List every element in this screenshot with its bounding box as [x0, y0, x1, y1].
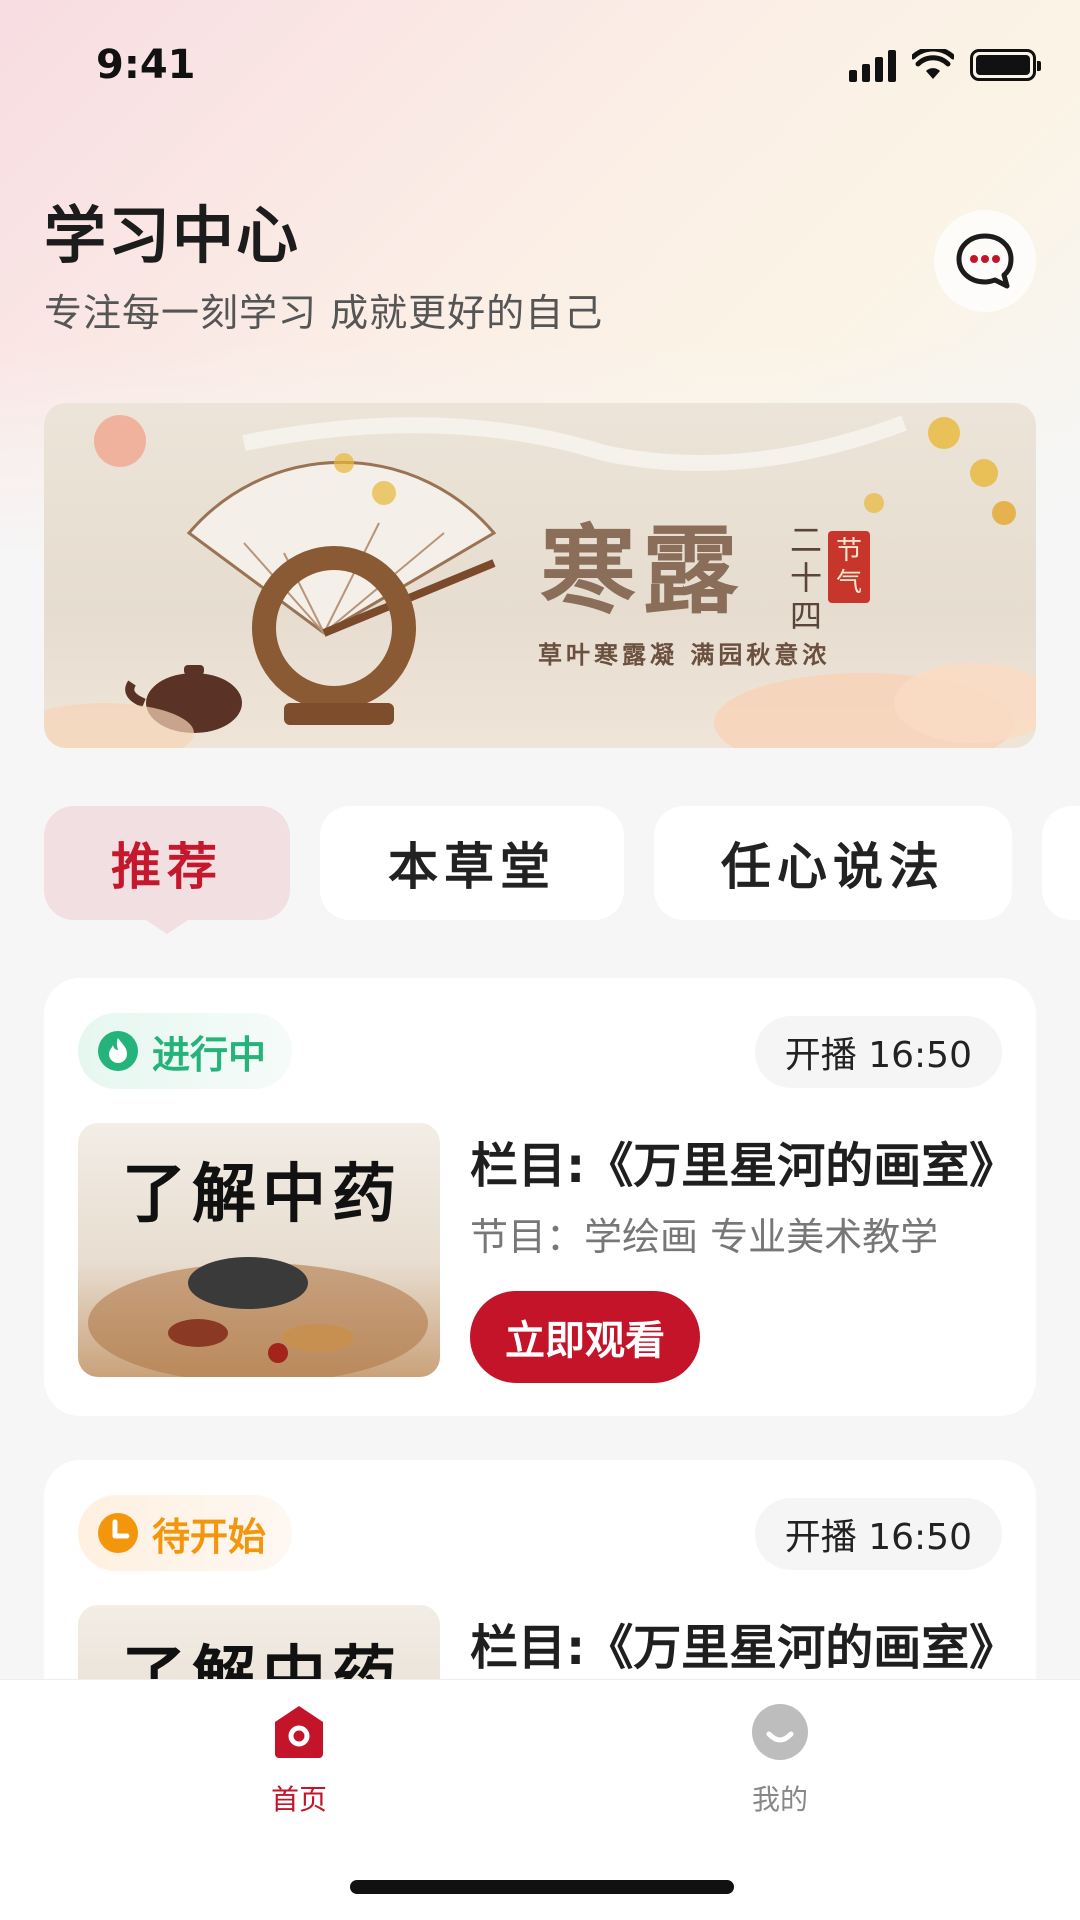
banner-vertical-text: 二十四: [789, 521, 822, 635]
clock-icon: [98, 1513, 138, 1553]
page-subtitle: 专注每一刻学习 成就更好的自己: [44, 291, 604, 335]
home-icon: [275, 1706, 323, 1758]
tab-recommend[interactable]: 推荐: [44, 806, 290, 934]
status-icons: [849, 48, 1041, 82]
course-card-live[interactable]: 进行中 开播 16:50 了解中药 栏目:《万里星河的画室》 节目：学绘画 专业…: [44, 978, 1036, 1416]
message-button[interactable]: [934, 210, 1036, 312]
promo-banner[interactable]: 寒露 二十四 节气 草叶寒露凝 满园秋意浓: [44, 403, 1036, 748]
banner-title: 寒露: [540, 514, 744, 627]
column-title: 栏目:《万里星河的画室》: [470, 1138, 1018, 1194]
nav-label: 我的: [751, 1783, 808, 1816]
status-bar: 9:41: [0, 0, 1080, 130]
program-text: 节目：学绘画 专业美术教学: [470, 1215, 939, 1259]
page-title: 学习中心: [44, 199, 301, 272]
course-thumbnail: 了解中药: [78, 1123, 440, 1377]
nav-label: 首页: [270, 1783, 327, 1816]
battery-icon: [970, 49, 1041, 81]
profile-icon: [752, 1704, 808, 1760]
tab-more-partial[interactable]: [1042, 806, 1080, 920]
thumbnail-text: 了解中药: [122, 1157, 402, 1232]
category-tabs: 推荐 本草堂 任心说法: [44, 806, 1080, 934]
column-title: 栏目:《万里星河的画室》: [470, 1620, 1018, 1676]
tab-bencaotang[interactable]: 本草堂: [320, 806, 624, 920]
flame-icon: [98, 1031, 138, 1071]
nav-profile[interactable]: 我的: [700, 1702, 860, 1818]
banner-caption: 草叶寒露凝 满园秋意浓: [538, 641, 831, 669]
status-label: 待开始: [152, 1514, 267, 1559]
start-time: 开播 16:50: [754, 1498, 1002, 1570]
tab-renxin[interactable]: 任心说法: [654, 806, 1012, 920]
status-time: 9:41: [96, 42, 196, 88]
status-label: 进行中: [152, 1032, 267, 1077]
status-badge-live: 进行中: [78, 1013, 293, 1089]
chat-bubble-icon: [956, 233, 1014, 289]
home-indicator: [350, 1880, 734, 1894]
signal-icon: [849, 48, 896, 82]
watch-now-button[interactable]: 立即观看: [470, 1291, 700, 1383]
nav-home[interactable]: 首页: [219, 1702, 379, 1818]
banner-seal: 节气: [828, 531, 870, 603]
wifi-icon: [912, 49, 954, 79]
start-time: 开播 16:50: [754, 1016, 1002, 1088]
status-badge-upcoming: 待开始: [78, 1495, 293, 1571]
